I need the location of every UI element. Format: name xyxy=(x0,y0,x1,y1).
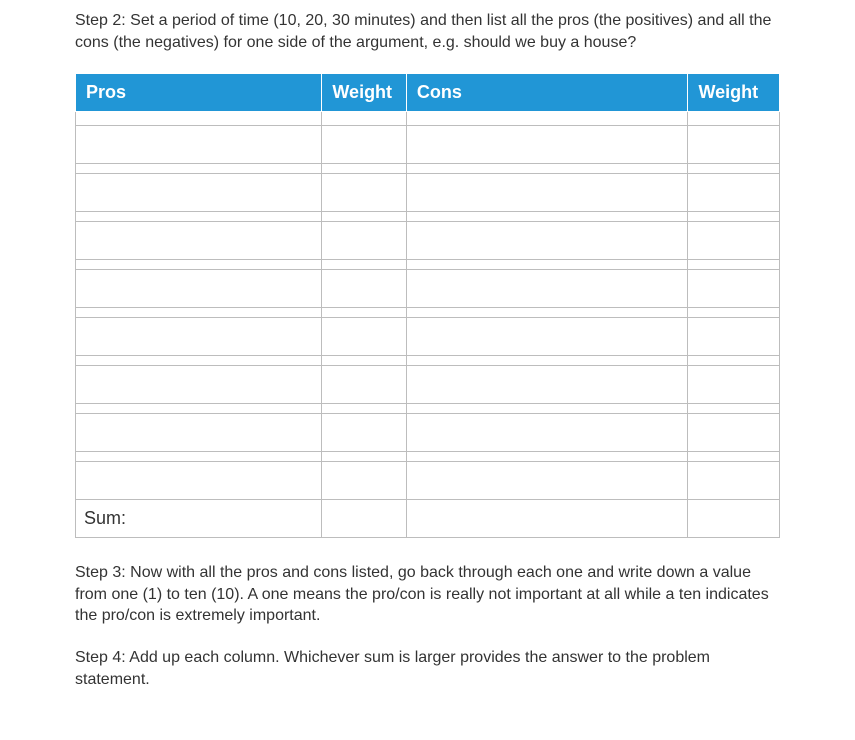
table-row xyxy=(76,270,780,308)
table-header-row: Pros Weight Cons Weight xyxy=(76,74,780,112)
table-row xyxy=(76,462,780,500)
table-row xyxy=(76,404,780,414)
weight-cell[interactable] xyxy=(322,318,406,356)
pros-cell[interactable] xyxy=(76,222,322,260)
table-row xyxy=(76,212,780,222)
weight-cell[interactable] xyxy=(322,222,406,260)
header-weight-1: Weight xyxy=(322,74,406,112)
cons-cell[interactable] xyxy=(406,270,688,308)
weight-cell[interactable] xyxy=(688,126,780,164)
weight-cell[interactable] xyxy=(688,270,780,308)
weight-cell[interactable] xyxy=(322,270,406,308)
weight-cell[interactable] xyxy=(322,462,406,500)
weight-cell[interactable] xyxy=(322,174,406,212)
weight-cell[interactable] xyxy=(322,414,406,452)
step-2-text: Step 2: Set a period of time (10, 20, 30… xyxy=(75,10,780,53)
cons-cell[interactable] xyxy=(406,462,688,500)
cell xyxy=(688,112,780,126)
cell xyxy=(406,112,688,126)
table-row xyxy=(76,356,780,366)
step-3-text: Step 3: Now with all the pros and cons l… xyxy=(75,562,780,627)
cell xyxy=(322,112,406,126)
cons-cell[interactable] xyxy=(406,318,688,356)
weight-cell[interactable] xyxy=(688,174,780,212)
weight-cell[interactable] xyxy=(688,222,780,260)
sum-row: Sum: xyxy=(76,500,780,538)
table-row xyxy=(76,112,780,126)
weight-cell[interactable] xyxy=(688,366,780,404)
cons-cell[interactable] xyxy=(406,366,688,404)
table-row xyxy=(76,126,780,164)
cell xyxy=(76,112,322,126)
table-row xyxy=(76,222,780,260)
weight-cell[interactable] xyxy=(688,414,780,452)
header-weight-2: Weight xyxy=(688,74,780,112)
weight-cell[interactable] xyxy=(688,462,780,500)
sum-cons-cell xyxy=(406,500,688,538)
table-row xyxy=(76,366,780,404)
table-row xyxy=(76,260,780,270)
pros-cell[interactable] xyxy=(76,414,322,452)
cons-cell[interactable] xyxy=(406,222,688,260)
sum-weight-cell[interactable] xyxy=(688,500,780,538)
cons-cell[interactable] xyxy=(406,126,688,164)
pros-cell[interactable] xyxy=(76,366,322,404)
table-row xyxy=(76,414,780,452)
pros-cell[interactable] xyxy=(76,462,322,500)
cons-cell[interactable] xyxy=(406,174,688,212)
pros-cell[interactable] xyxy=(76,318,322,356)
header-cons: Cons xyxy=(406,74,688,112)
weight-cell[interactable] xyxy=(688,318,780,356)
header-pros: Pros xyxy=(76,74,322,112)
sum-weight-cell[interactable] xyxy=(322,500,406,538)
weight-cell[interactable] xyxy=(322,366,406,404)
pros-cons-table: Pros Weight Cons Weight xyxy=(75,73,780,538)
table-row xyxy=(76,318,780,356)
pros-cell[interactable] xyxy=(76,126,322,164)
table-row xyxy=(76,308,780,318)
table-row xyxy=(76,164,780,174)
table-row xyxy=(76,174,780,212)
weight-cell[interactable] xyxy=(322,126,406,164)
cons-cell[interactable] xyxy=(406,414,688,452)
pros-cell[interactable] xyxy=(76,174,322,212)
pros-cell[interactable] xyxy=(76,270,322,308)
sum-label-cell: Sum: xyxy=(76,500,322,538)
table-row xyxy=(76,452,780,462)
